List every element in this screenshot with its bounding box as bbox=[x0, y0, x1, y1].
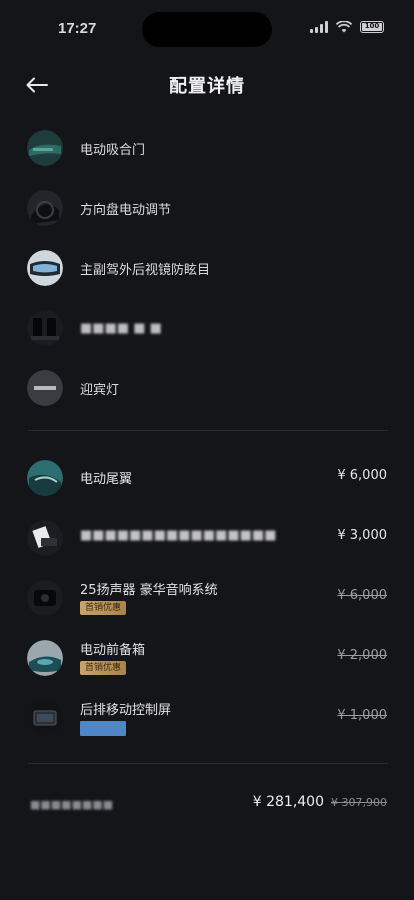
seat-thumb bbox=[27, 310, 63, 346]
status-time: 17:27 bbox=[58, 20, 97, 37]
price: ¥ 3,000 bbox=[337, 528, 387, 543]
list-item: 25扬声器 豪华音响系统 首销优惠 ¥ 6,000 bbox=[0, 568, 414, 628]
config-detail-screen: 17:27 100 配置详情 电动吸合门 方向盘电动调节 主副驾外后视镜防眩目 … bbox=[0, 0, 414, 900]
status-bar: 17:27 100 bbox=[0, 0, 414, 60]
header: 配置详情 bbox=[0, 62, 414, 108]
item-label: 电动前备箱 bbox=[80, 643, 146, 658]
promo-badge: 首销优惠 bbox=[80, 661, 127, 675]
item-label: 电动尾翼 bbox=[80, 472, 133, 487]
signal-icon bbox=[310, 21, 328, 33]
status-icons: 100 bbox=[310, 21, 384, 33]
list-item: 电动前备箱 首销优惠 ¥ 2,000 bbox=[0, 628, 414, 688]
item-label: 主副驾外后视镜防眩目 bbox=[80, 262, 211, 278]
section-divider bbox=[28, 430, 388, 431]
battery-level: 100 bbox=[362, 23, 382, 31]
list-item: 主副驾外后视镜防眩目 bbox=[0, 238, 414, 298]
total-label: ■■■■■■■■ bbox=[30, 798, 114, 811]
welcome-light-thumb bbox=[27, 370, 63, 406]
rear-screen-thumb bbox=[27, 700, 63, 736]
blue-badge bbox=[80, 721, 126, 736]
list-item: 迎宾灯 bbox=[0, 358, 414, 418]
list-item: 电动尾翼 ¥ 6,000 bbox=[0, 448, 414, 508]
item-label: 电动吸合门 bbox=[80, 142, 146, 158]
item-label: ■■■■■■■■■■■■■■■■ bbox=[80, 528, 277, 543]
mirror-thumb bbox=[27, 250, 63, 286]
steering-thumb bbox=[27, 190, 63, 226]
frunk-thumb bbox=[27, 640, 63, 676]
item-label: 后排移动控制屏 bbox=[80, 703, 172, 718]
list-item: ■■■■■■■■■■■■■■■■ ¥ 3,000 bbox=[0, 508, 414, 568]
door-thumb bbox=[27, 130, 63, 166]
price: ¥ 6,000 bbox=[337, 588, 387, 603]
speaker-thumb bbox=[27, 580, 63, 616]
list-item: 方向盘电动调节 bbox=[0, 178, 414, 238]
item-label: 25扬声器 豪华音响系统 bbox=[80, 583, 218, 598]
total-price: ¥ 281,400 bbox=[252, 794, 324, 810]
total-row: ■■■■■■■■ ¥ 281,400 ¥ 307,900 bbox=[0, 790, 414, 820]
console-thumb bbox=[27, 520, 63, 556]
battery-icon: 100 bbox=[360, 21, 384, 33]
price: ¥ 2,000 bbox=[337, 648, 387, 663]
list-item: 电动吸合门 bbox=[0, 118, 414, 178]
list-item: 后排移动控制屏 ¥ 1,000 bbox=[0, 688, 414, 748]
price: ¥ 1,000 bbox=[337, 708, 387, 723]
item-label: 迎宾灯 bbox=[80, 382, 120, 398]
promo-badge: 首销优惠 bbox=[80, 601, 127, 615]
price: ¥ 6,000 bbox=[337, 468, 387, 483]
item-label: ■■■■ ■ ■ bbox=[80, 320, 162, 336]
section-divider bbox=[28, 763, 388, 764]
list-item: ■■■■ ■ ■ bbox=[0, 298, 414, 358]
item-label: 方向盘电动调节 bbox=[80, 202, 172, 218]
page-title: 配置详情 bbox=[169, 76, 245, 97]
wifi-icon bbox=[336, 21, 352, 33]
total-original-price: ¥ 307,900 bbox=[331, 796, 387, 809]
dynamic-island bbox=[142, 12, 272, 47]
spoiler-thumb bbox=[27, 460, 63, 496]
